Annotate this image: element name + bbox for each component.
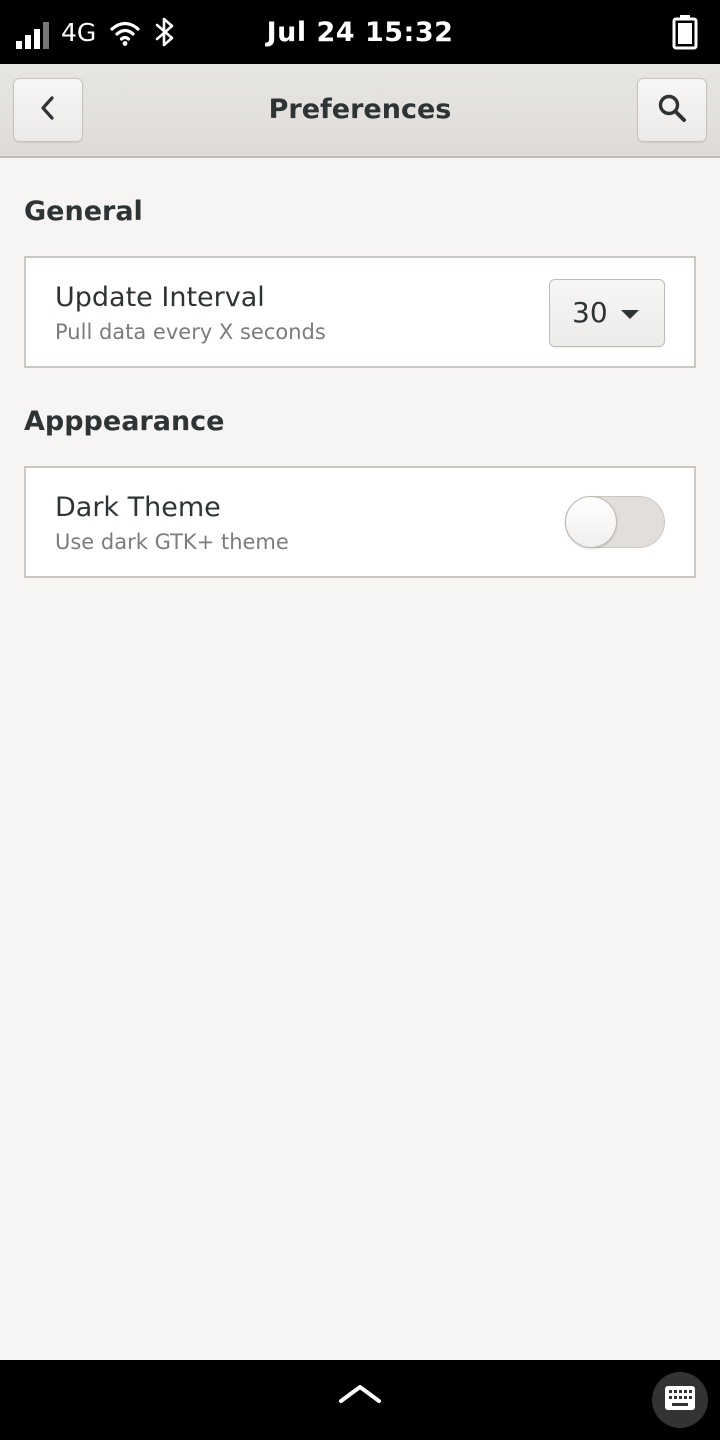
keyboard-button[interactable]: [652, 1372, 708, 1428]
search-button[interactable]: [637, 78, 707, 142]
section-title-appearance: Apppearance: [24, 406, 225, 437]
update-interval-dropdown[interactable]: 30: [549, 279, 665, 347]
status-bar: 4G Jul 24 15:32: [0, 0, 720, 64]
search-icon: [657, 93, 687, 127]
row-title: Dark Theme: [55, 492, 221, 523]
update-interval-row: Update Interval Pull data every X second…: [24, 256, 696, 368]
bottom-bar: [0, 1360, 720, 1440]
section-title-general: General: [24, 196, 143, 227]
row-subtitle: Use dark GTK+ theme: [55, 530, 289, 554]
row-subtitle: Pull data every X seconds: [55, 320, 326, 344]
battery-icon: [672, 14, 698, 54]
keyboard-icon: [664, 1385, 696, 1415]
header-bar: Preferences: [0, 64, 720, 158]
row-title: Update Interval: [55, 282, 265, 313]
status-clock: Jul 24 15:32: [266, 17, 454, 48]
dropdown-arrow-icon: [621, 310, 639, 319]
page-title: Preferences: [268, 94, 452, 125]
dark-theme-row: Dark Theme Use dark GTK+ theme: [24, 466, 696, 578]
switch-knob: [565, 496, 617, 548]
chevron-up-icon[interactable]: [338, 1382, 382, 1410]
dropdown-value: 30: [572, 296, 608, 329]
dark-theme-switch[interactable]: [565, 496, 665, 548]
